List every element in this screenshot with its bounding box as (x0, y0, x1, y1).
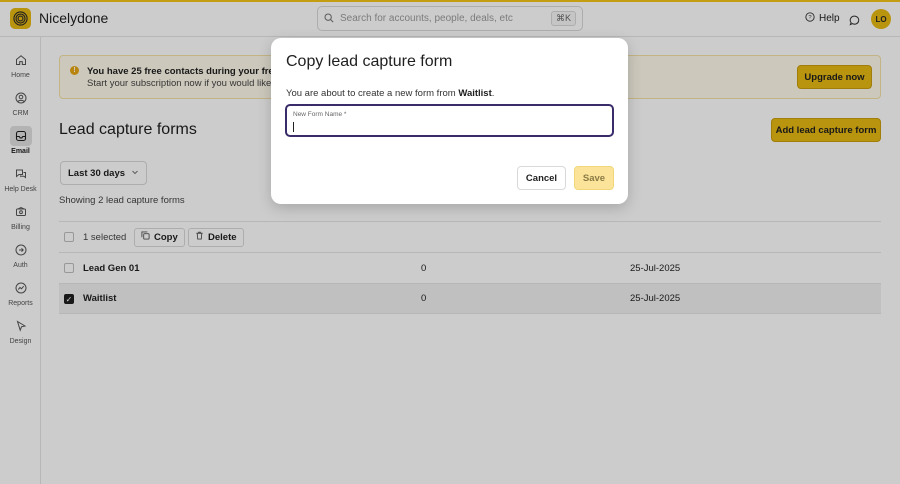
cancel-button[interactable]: Cancel (517, 166, 566, 190)
new-form-name-label: New Form Name * (293, 111, 347, 118)
copy-form-dialog: Copy lead capture form You are about to … (271, 38, 628, 204)
text-cursor (293, 122, 294, 132)
save-button[interactable]: Save (574, 166, 614, 190)
new-form-name-input[interactable] (296, 121, 596, 132)
dialog-title: Copy lead capture form (286, 53, 453, 70)
new-form-name-field[interactable]: New Form Name * (285, 104, 614, 137)
source-form-name: Waitlist (458, 88, 492, 99)
dialog-description-suffix: . (491, 88, 495, 99)
dialog-description-prefix: You are about to create a new form from (286, 88, 459, 99)
dialog-description: You are about to create a new form from … (286, 88, 494, 99)
